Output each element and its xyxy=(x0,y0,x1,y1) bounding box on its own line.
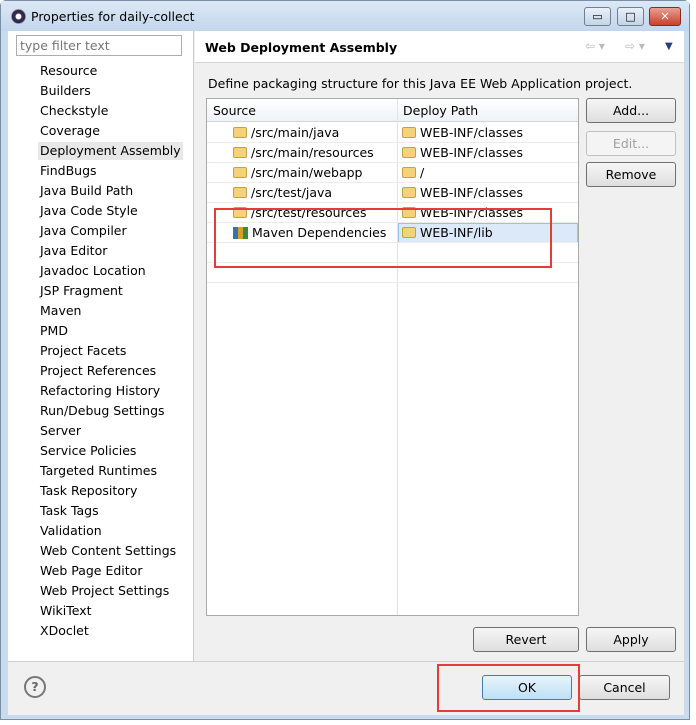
table-header: Source ˄ Deploy Path xyxy=(207,99,578,122)
sidebar-item[interactable]: Validation xyxy=(38,522,104,540)
back-arrow-icon[interactable]: ⇦ ▾ xyxy=(585,39,605,53)
sidebar-item[interactable]: Run/Debug Settings xyxy=(38,402,167,420)
folder-icon xyxy=(233,127,247,138)
table-row[interactable]: /src/test/java WEB-INF/classes xyxy=(207,183,578,203)
sort-indicator-icon: ˄ xyxy=(297,98,302,106)
source-cell: /src/main/webapp xyxy=(251,165,363,180)
properties-dialog: Properties for daily-collect ▭ □ ✕ Resou… xyxy=(0,0,690,720)
title-bar: Properties for daily-collect ▭ □ ✕ xyxy=(1,1,689,31)
source-cell: /src/test/java xyxy=(251,185,333,200)
page-title: Web Deployment Assembly xyxy=(205,40,398,55)
sidebar-item[interactable]: Project References xyxy=(38,362,158,380)
sidebar-item[interactable]: Targeted Runtimes xyxy=(38,462,159,480)
footer-divider xyxy=(8,661,684,662)
sidebar-item[interactable]: JSP Fragment xyxy=(38,282,125,300)
sidebar-item[interactable]: Task Repository xyxy=(38,482,139,500)
highlight-box-ok xyxy=(437,664,580,712)
deploy-path-cell: WEB-INF/classes xyxy=(420,185,524,200)
source-cell: /src/main/resources xyxy=(251,145,374,160)
minimize-button[interactable]: ▭ xyxy=(584,7,611,26)
folder-icon xyxy=(402,187,416,198)
folder-icon xyxy=(233,147,247,158)
sidebar-item[interactable]: Task Tags xyxy=(38,502,101,520)
sidebar-item[interactable]: Checkstyle xyxy=(38,102,110,120)
cancel-button[interactable]: Cancel xyxy=(579,675,670,700)
sidebar-item[interactable]: Deployment Assembly xyxy=(38,142,183,160)
sidebar-item[interactable]: WikiText xyxy=(38,602,94,620)
page-header: Web Deployment Assembly ⇦ ▾ ⇨ ▾ ▼ xyxy=(195,31,684,63)
filter-input[interactable] xyxy=(16,35,182,56)
sidebar-item[interactable]: Java Build Path xyxy=(38,182,135,200)
sidebar-item[interactable]: Java Compiler xyxy=(38,222,129,240)
table-row[interactable]: /src/main/java WEB-INF/classes xyxy=(207,123,578,143)
sidebar-item[interactable]: Web Content Settings xyxy=(38,542,178,560)
sidebar-item[interactable]: Web Page Editor xyxy=(38,562,144,580)
sidebar: Resource Builders Checkstyle Coverage Deploy… xyxy=(8,31,194,661)
remove-button[interactable]: Remove xyxy=(586,162,676,187)
add-button[interactable]: Add... xyxy=(586,98,676,123)
sidebar-item[interactable]: Java Code Style xyxy=(38,202,140,220)
sidebar-item[interactable]: Service Policies xyxy=(38,442,138,460)
sidebar-item[interactable]: Project Facets xyxy=(38,342,128,360)
edit-button[interactable]: Edit... xyxy=(586,131,676,156)
sidebar-item[interactable]: Server xyxy=(38,422,83,440)
eclipse-icon xyxy=(11,9,26,24)
sidebar-item[interactable]: Javadoc Location xyxy=(38,262,148,280)
maximize-button[interactable]: □ xyxy=(617,7,644,26)
sidebar-item[interactable]: FindBugs xyxy=(38,162,99,180)
sidebar-item[interactable]: Maven xyxy=(38,302,83,320)
window-title: Properties for daily-collect xyxy=(31,9,195,24)
sidebar-item[interactable]: XDoclet xyxy=(38,622,91,640)
sidebar-item[interactable]: Builders xyxy=(38,82,93,100)
folder-icon xyxy=(402,127,416,138)
deploy-path-cell: WEB-INF/classes xyxy=(420,145,524,160)
folder-icon xyxy=(402,147,416,158)
table-row[interactable]: /src/main/resources WEB-INF/classes xyxy=(207,143,578,163)
deploy-path-cell: WEB-INF/classes xyxy=(420,125,524,140)
folder-icon xyxy=(402,167,416,178)
assembly-table[interactable]: Source ˄ Deploy Path /src/main/java WEB-… xyxy=(206,98,579,616)
sidebar-item[interactable]: PMD xyxy=(38,322,70,340)
page-description: Define packaging structure for this Java… xyxy=(208,76,633,91)
table-row[interactable]: /src/main/webapp / xyxy=(207,163,578,183)
help-icon[interactable]: ? xyxy=(24,676,46,698)
forward-arrow-icon[interactable]: ⇨ ▾ xyxy=(625,39,645,53)
dialog-body: Resource Builders Checkstyle Coverage Deploy… xyxy=(8,31,684,715)
apply-button[interactable]: Apply xyxy=(586,627,676,652)
source-cell: /src/main/java xyxy=(251,125,340,140)
sidebar-item[interactable]: Resource xyxy=(38,62,99,80)
column-deploy-path[interactable]: Deploy Path xyxy=(403,103,478,118)
deploy-path-cell: / xyxy=(420,165,425,180)
view-menu-icon[interactable]: ▼ xyxy=(665,41,673,52)
highlight-box-maven xyxy=(214,208,552,268)
folder-icon xyxy=(233,187,247,198)
close-button[interactable]: ✕ xyxy=(649,7,681,26)
revert-button[interactable]: Revert xyxy=(473,627,579,652)
sidebar-item[interactable]: Coverage xyxy=(38,122,102,140)
sidebar-item[interactable]: Web Project Settings xyxy=(38,582,171,600)
sidebar-item[interactable]: Refactoring History xyxy=(38,382,162,400)
folder-icon xyxy=(233,167,247,178)
sidebar-item[interactable]: Java Editor xyxy=(38,242,109,260)
column-source[interactable]: Source xyxy=(213,103,256,118)
